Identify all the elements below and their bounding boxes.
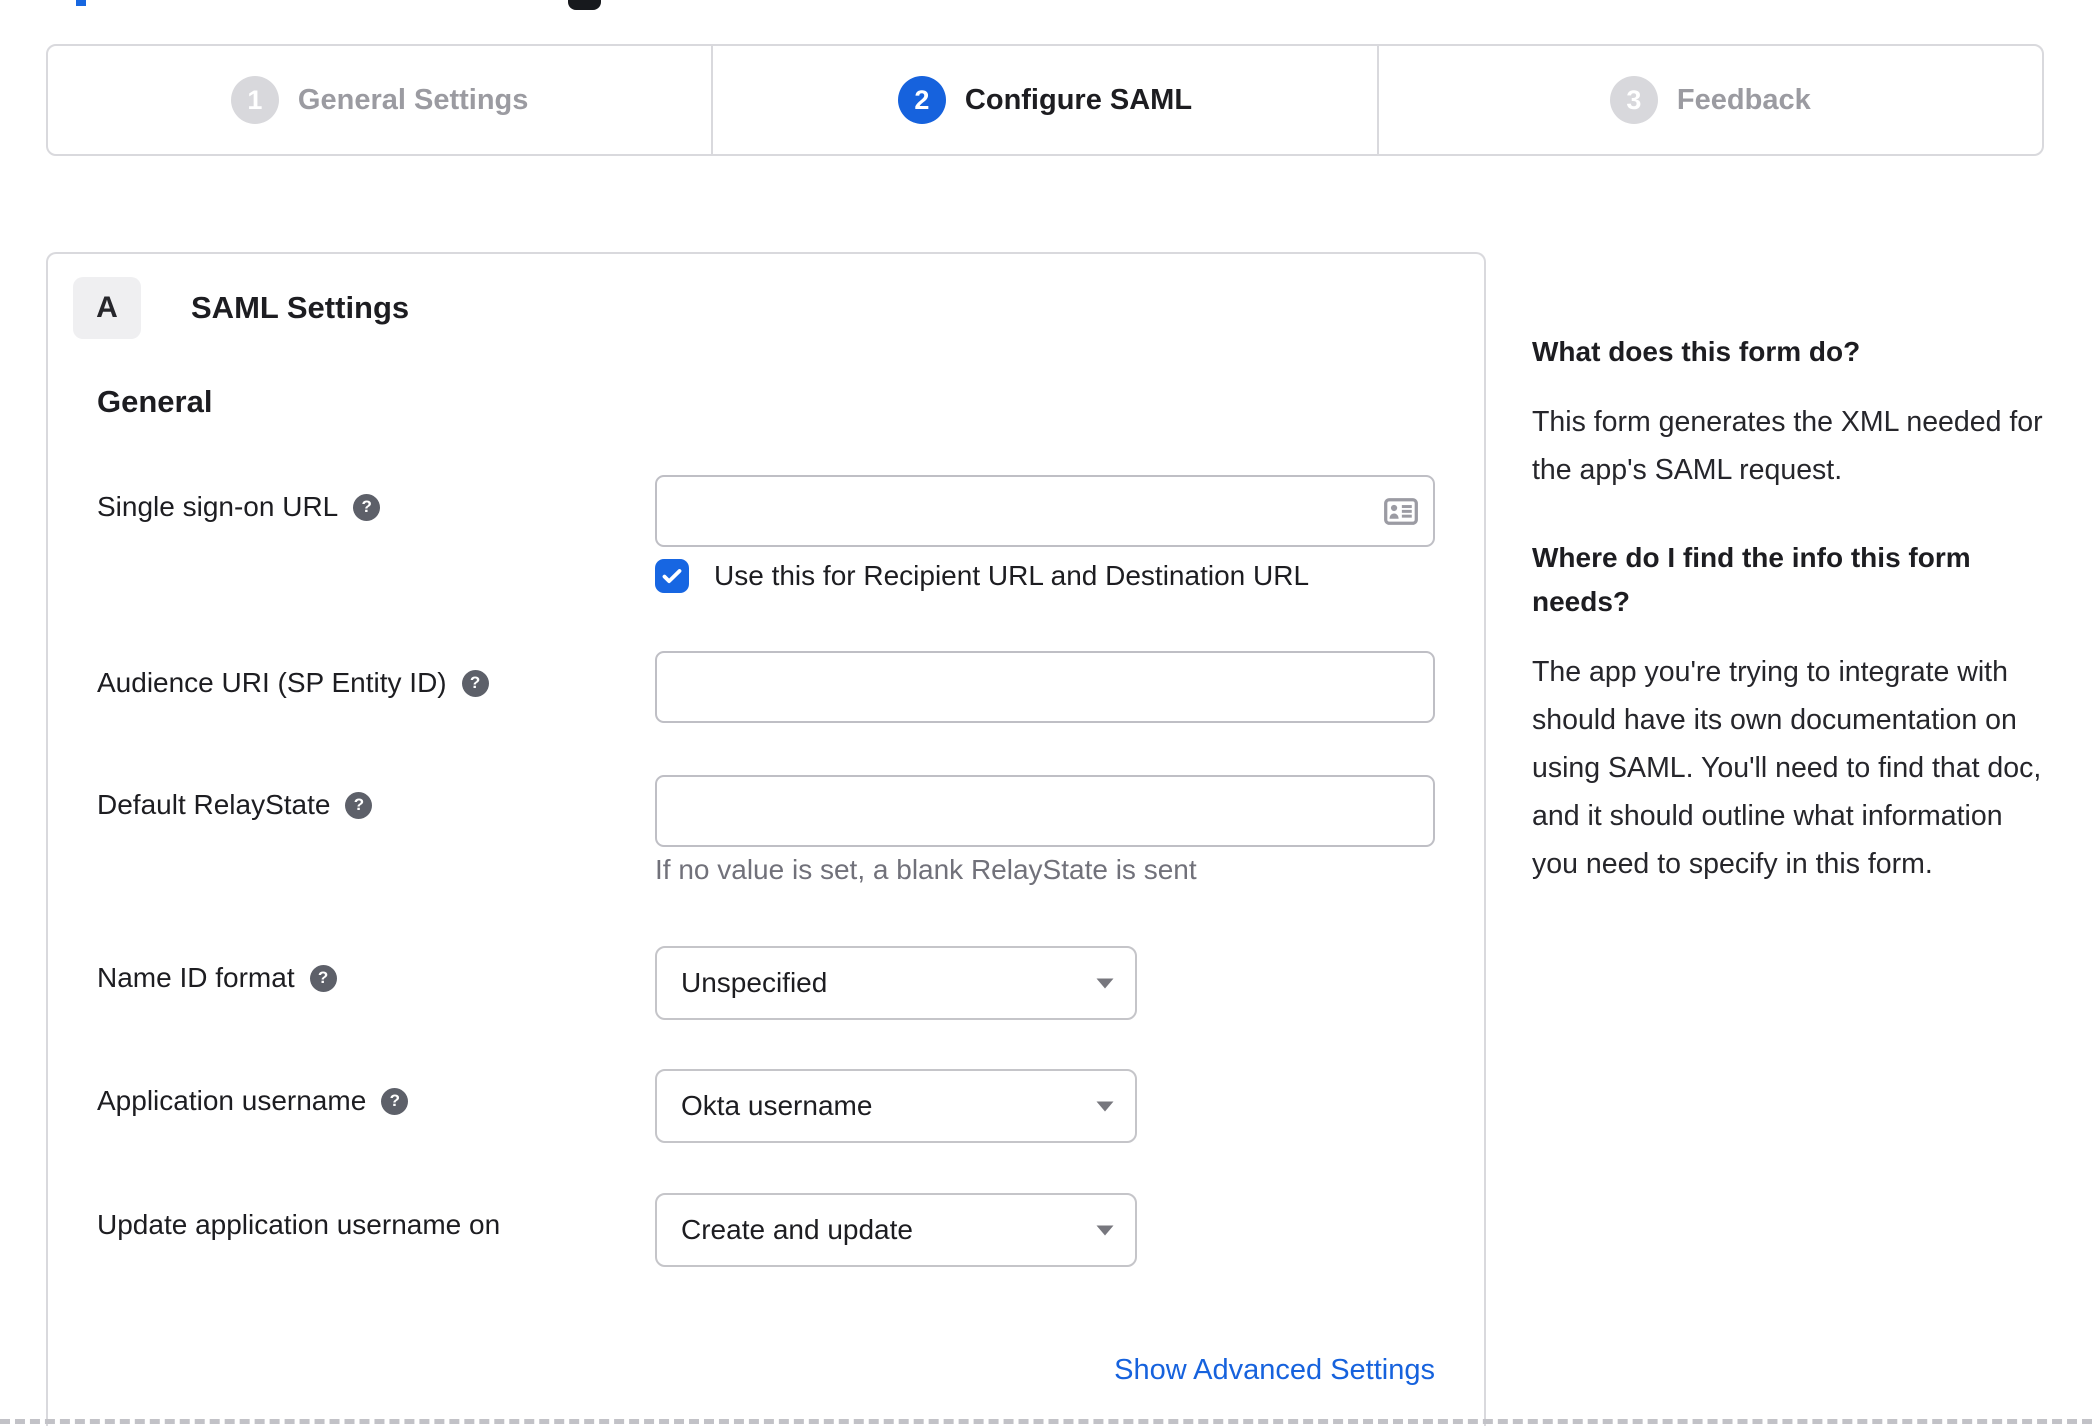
relay-state-input-wrap	[655, 775, 1435, 847]
chevron-down-icon	[1095, 1224, 1115, 1237]
application-username-select[interactable]: Okta username	[655, 1069, 1137, 1143]
audience-uri-input-wrap	[655, 651, 1435, 723]
panel-header: A SAML Settings	[73, 277, 409, 339]
name-id-format-value: Unspecified	[681, 967, 828, 998]
relay-state-input[interactable]	[655, 775, 1435, 847]
update-application-username-label: Update application username on	[97, 1209, 501, 1240]
help-icon[interactable]: ?	[353, 493, 381, 521]
general-section-heading: General	[97, 384, 213, 419]
help-sidebar: What does this form do? This form genera…	[1532, 330, 2056, 930]
help-icon[interactable]: ?	[461, 669, 489, 697]
relay-state-hint: If no value is set, a blank RelayState i…	[655, 854, 1197, 885]
question-mark-glyph: ?	[469, 673, 481, 692]
recipient-url-checkbox-label: Use this for Recipient URL and Destinati…	[714, 560, 1310, 591]
cropped-header-shape	[568, 0, 601, 10]
help-icon[interactable]: ?	[309, 964, 337, 992]
help-question-2-title: Where do I find the info this form needs…	[1532, 542, 1971, 617]
question-mark-glyph: ?	[389, 1091, 400, 1110]
application-username-value: Okta username	[681, 1090, 873, 1121]
stepper-step-configure-saml[interactable]: 2 Configure SAML	[711, 46, 1376, 154]
stepper-step-feedback[interactable]: 3 Feedback	[1376, 46, 2042, 154]
wizard-stepper: 1 General Settings 2 Configure SAML 3 Fe…	[46, 44, 2044, 156]
relay-state-label-row: Default RelayState ?	[97, 789, 373, 821]
recipient-url-checkbox-row: Use this for Recipient URL and Destinati…	[655, 559, 1309, 593]
name-id-format-label: Name ID format	[97, 962, 295, 993]
update-application-username-select[interactable]: Create and update	[655, 1193, 1137, 1267]
question-mark-glyph: ?	[317, 968, 329, 987]
application-username-label: Application username	[97, 1085, 367, 1116]
update-application-username-value: Create and update	[681, 1214, 913, 1245]
saml-settings-panel: A SAML Settings General Single sign-on U…	[46, 252, 1486, 1426]
chevron-down-icon	[1095, 977, 1115, 990]
step-2-number-badge: 2	[897, 76, 946, 124]
audience-uri-label: Audience URI (SP Entity ID)	[97, 667, 447, 698]
application-username-label-row: Application username ?	[97, 1085, 409, 1117]
help-question-1-title: What does this form do?	[1532, 336, 1861, 367]
help-question-2-body: The app you're trying to integrate with …	[1532, 656, 2042, 880]
step-3-label: Feedback	[1676, 83, 1811, 116]
sso-url-label: Single sign-on URL	[97, 491, 339, 522]
step-1-label: General Settings	[297, 83, 529, 116]
name-id-format-select[interactable]: Unspecified	[655, 946, 1137, 1020]
help-icon[interactable]: ?	[381, 1087, 409, 1115]
panel-title: SAML Settings	[191, 290, 410, 325]
sso-url-label-row: Single sign-on URL ?	[97, 491, 381, 523]
stepper-step-general-settings[interactable]: 1 General Settings	[48, 46, 711, 154]
show-advanced-settings-link[interactable]: Show Advanced Settings	[1114, 1354, 1435, 1387]
audience-uri-input[interactable]	[655, 651, 1435, 723]
relay-state-label: Default RelayState	[97, 789, 331, 820]
question-mark-glyph: ?	[353, 795, 365, 814]
saml-configuration-page: 1 General Settings 2 Configure SAML 3 Fe…	[0, 0, 2092, 1426]
sso-url-input[interactable]	[655, 475, 1435, 547]
step-1-number-badge: 1	[230, 76, 279, 124]
question-mark-glyph: ?	[361, 497, 372, 516]
help-question-1-body: This form generates the XML needed for t…	[1532, 406, 2043, 486]
checkmark-icon	[662, 569, 682, 584]
step-3-number-badge: 3	[1609, 76, 1658, 124]
help-icon[interactable]: ?	[345, 791, 373, 819]
audience-uri-label-row: Audience URI (SP Entity ID) ?	[97, 667, 489, 699]
recipient-url-checkbox[interactable]	[655, 559, 689, 593]
update-application-username-label-row: Update application username on	[97, 1209, 500, 1241]
section-a-badge: A	[73, 277, 141, 339]
bottom-crop-dashed-line	[0, 1419, 2092, 1424]
sso-url-input-wrap	[655, 475, 1435, 547]
name-id-format-label-row: Name ID format ?	[97, 962, 337, 994]
step-2-label: Configure SAML	[964, 83, 1193, 116]
chevron-down-icon	[1095, 1100, 1115, 1113]
cropped-logo-fragment	[76, 0, 86, 6]
